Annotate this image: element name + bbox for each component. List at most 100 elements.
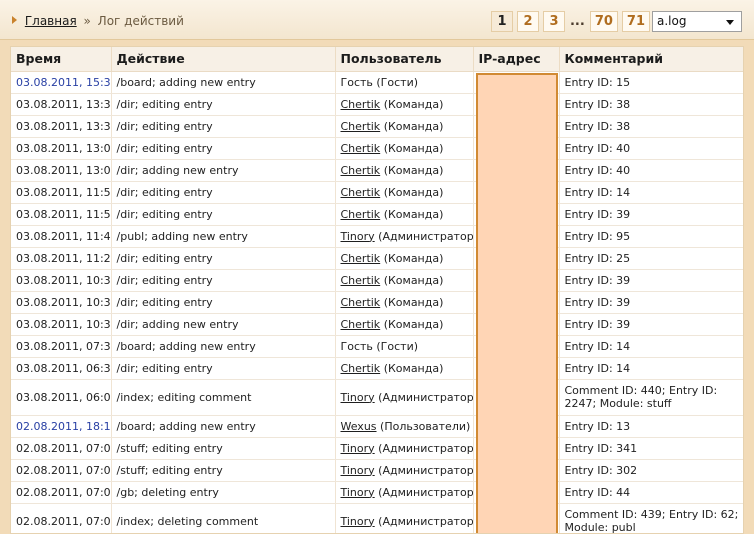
action-cell: /dir; adding new entry [111, 313, 336, 336]
comment-cell: Entry ID: 40 [559, 159, 743, 182]
user-cell: Chertik (Команда) [335, 313, 474, 336]
user-group: (Команда) [383, 361, 444, 375]
comment-cell: Comment ID: 439; Entry ID: 62; Module: p… [559, 503, 743, 533]
comment-cell: Entry ID: 13 [559, 415, 743, 438]
comment-cell: Entry ID: 15 [559, 71, 743, 94]
user-profile-link[interactable]: Tinory [341, 515, 375, 528]
user-cell: Tinory (Администраторы) [335, 379, 474, 416]
user-profile-link[interactable]: Wexus [341, 420, 377, 433]
column-header-time: Время [11, 47, 112, 72]
table-row: 02.08.2011, 07:02/gb; deleting entry Tino… [11, 481, 743, 504]
time-cell: 03.08.2011, 11:56 [11, 181, 112, 204]
user-group: (Гости) [376, 75, 419, 89]
action-cell: /dir; editing entry [111, 115, 336, 138]
action-cell: /index; deleting comment [111, 503, 336, 533]
table-row: 03.08.2011, 13:01/dir; editing entry Cher… [11, 137, 743, 160]
user-profile-link[interactable]: Chertik [341, 98, 381, 111]
ip-address-cell [473, 247, 560, 270]
time-cell: 03.08.2011, 10:31 [11, 313, 112, 336]
breadcrumb: Главная » Лог действий [12, 13, 184, 29]
column-header-action: Действие [111, 47, 336, 72]
user-group: (Администраторы) [378, 463, 473, 477]
user-profile-link[interactable]: Tinory [341, 486, 375, 499]
user-cell: Tinory (Администраторы) [335, 437, 474, 460]
user-profile-link[interactable]: Chertik [341, 318, 381, 331]
user-profile-link[interactable]: Chertik [341, 362, 381, 375]
comment-cell: Entry ID: 38 [559, 115, 743, 138]
user-cell: Chertik (Команда) [335, 137, 474, 160]
user-group: (Команда) [383, 273, 444, 287]
comment-cell: Entry ID: 44 [559, 481, 743, 504]
log-table-body: 03.08.2011, 15:34/board; adding new entr… [11, 71, 743, 533]
comment-cell: Entry ID: 95 [559, 225, 743, 248]
table-row: 03.08.2011, 13:33/dir; editing entry Cher… [11, 115, 743, 138]
user-group: (Администраторы) [378, 485, 473, 499]
breadcrumb-home-link[interactable]: Главная [25, 14, 77, 28]
table-row: 02.08.2011, 07:06/stuff; editing entry Ti… [11, 437, 743, 460]
column-header-user: Пользователь [335, 47, 474, 72]
time-cell: 03.08.2011, 11:29 [11, 247, 112, 270]
ip-address-cell [473, 357, 560, 380]
user-cell: Tinory (Администраторы) [335, 481, 474, 504]
comment-cell: Entry ID: 39 [559, 313, 743, 336]
ip-address-cell [473, 459, 560, 482]
user-cell: Гость (Гости) [335, 71, 474, 94]
user-group: (Команда) [383, 317, 444, 331]
top-navigation-bar: Главная » Лог действий 1 2 3 ... 70 71 a… [0, 0, 754, 40]
action-cell: /dir; editing entry [111, 357, 336, 380]
comment-cell: Entry ID: 302 [559, 459, 743, 482]
comment-cell: Entry ID: 14 [559, 357, 743, 380]
ip-address-cell [473, 225, 560, 248]
action-cell: /dir; editing entry [111, 137, 336, 160]
user-cell: Chertik (Команда) [335, 93, 474, 116]
user-profile-link[interactable]: Chertik [341, 274, 381, 287]
user-profile-link[interactable]: Tinory [341, 230, 375, 243]
table-row: 03.08.2011, 11:29/dir; editing entry Cher… [11, 247, 743, 270]
table-row: 03.08.2011, 11:55/dir; editing entry Cher… [11, 203, 743, 226]
ip-address-cell [473, 159, 560, 182]
time-cell: 02.08.2011, 07:02 [11, 481, 112, 504]
user-group: (Администраторы) [378, 229, 473, 243]
table-row: 03.08.2011, 13:00/dir; adding new entry C… [11, 159, 743, 182]
pagination-ellipsis: ... [569, 14, 585, 29]
time-cell: 03.08.2011, 06:02 [11, 379, 112, 416]
user-profile-link[interactable]: Chertik [341, 252, 381, 265]
page-button-70[interactable]: 70 [589, 11, 618, 32]
time-cell: 03.08.2011, 13:34 [11, 93, 112, 116]
user-profile-link[interactable]: Chertik [341, 120, 381, 133]
table-row: 02.08.2011, 07:00/index; deleting commen… [11, 503, 743, 533]
page-button-71[interactable]: 71 [621, 11, 650, 32]
user-cell: Гость (Гости) [335, 335, 474, 358]
user-profile-link[interactable]: Tinory [341, 391, 375, 404]
user-profile-link[interactable]: Chertik [341, 142, 381, 155]
user-group: (Гости) [376, 339, 419, 353]
table-header-row: Время Действие Пользователь IP-адрес Ком… [11, 47, 743, 72]
user-profile-link[interactable]: Chertik [341, 208, 381, 221]
log-file-select[interactable]: a.log [652, 11, 742, 32]
user-profile-link[interactable]: Chertik [341, 164, 381, 177]
column-header-comment: Комментарий [559, 47, 743, 72]
time-cell: 03.08.2011, 07:32 [11, 335, 112, 358]
action-cell: /dir; editing entry [111, 181, 336, 204]
ip-address-cell [473, 93, 560, 116]
action-cell: /board; adding new entry [111, 71, 336, 94]
table-row: 02.08.2011, 18:16/board; adding new entr… [11, 415, 743, 438]
user-profile-link[interactable]: Chertik [341, 186, 381, 199]
time-cell: 02.08.2011, 07:06 [11, 437, 112, 460]
user-profile-link[interactable]: Tinory [341, 442, 375, 455]
page-button-1[interactable]: 1 [490, 11, 513, 32]
user-profile-link[interactable]: Chertik [341, 296, 381, 309]
table-row: 03.08.2011, 06:02/index; editing comment… [11, 379, 743, 416]
page-button-3[interactable]: 3 [542, 11, 565, 32]
table-row: 03.08.2011, 13:34/dir; editing entry Cher… [11, 93, 743, 116]
ip-address-cell [473, 137, 560, 160]
action-cell: /board; adding new entry [111, 415, 336, 438]
page-button-2[interactable]: 2 [516, 11, 539, 32]
user-profile-link[interactable]: Tinory [341, 464, 375, 477]
time-cell: 03.08.2011, 06:39 [11, 357, 112, 380]
user-cell: Tinory (Администраторы) [335, 225, 474, 248]
comment-cell: Entry ID: 25 [559, 247, 743, 270]
column-header-ip-address: IP-адрес [473, 47, 560, 72]
user-name: Гость [340, 339, 373, 353]
table-row: 03.08.2011, 10:34/dir; editing entry Cher… [11, 269, 743, 292]
